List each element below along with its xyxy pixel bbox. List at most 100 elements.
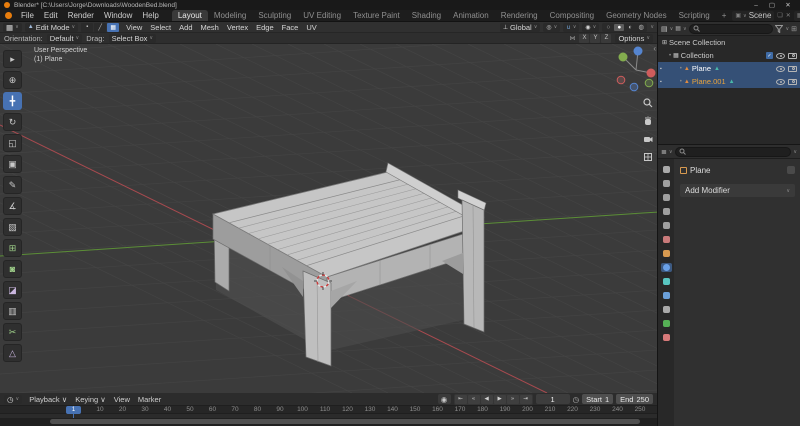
workspace-tab-texture-paint[interactable]: Texture Paint <box>347 10 406 21</box>
playhead-badge[interactable]: 1 <box>66 406 81 414</box>
next-keyframe-button[interactable]: » <box>506 394 519 404</box>
tool-transform[interactable]: ▣ <box>3 155 22 173</box>
select-mode-vertex[interactable]: ▪ <box>81 22 94 32</box>
tool-poly-build[interactable]: △ <box>3 344 22 362</box>
jump-to-start-button[interactable]: ⇤ <box>454 394 467 404</box>
proportional-edit-dropdown[interactable]: ◉ ∨ <box>582 22 600 32</box>
editor-type-button[interactable]: ▦ ∨ <box>3 22 22 32</box>
select-mode-edge[interactable]: ╱ <box>94 22 107 32</box>
shading-rendered[interactable]: ◍ <box>636 23 646 31</box>
timeline-scrollbar-thumb[interactable] <box>50 419 640 424</box>
current-frame-field[interactable]: 1 <box>535 394 570 404</box>
new-collection-icon[interactable]: ⊞ <box>791 25 797 33</box>
properties-tab-physics[interactable] <box>661 291 672 300</box>
blender-menu-icon[interactable] <box>5 12 12 19</box>
frame-start-field[interactable]: Start 1 <box>582 394 614 404</box>
workspace-tab-rendering[interactable]: Rendering <box>495 10 544 21</box>
workspace-tab-compositing[interactable]: Compositing <box>544 10 600 21</box>
workspace-tab-animation[interactable]: Animation <box>447 10 495 21</box>
drag-dropdown[interactable]: Select Box ∨ <box>108 33 157 43</box>
render-camera-icon[interactable] <box>788 78 797 85</box>
outliner-row-plane[interactable]: ▪ • ▲ Plane ▲ <box>658 62 800 75</box>
outliner-row-scene collection[interactable]: ⊞ Scene Collection <box>658 36 800 49</box>
exclude-checkbox[interactable]: ✓ <box>766 52 773 59</box>
outliner-editor-icon[interactable]: ▤ <box>661 25 668 33</box>
properties-tab-render[interactable] <box>661 179 672 188</box>
wooden-bed-model[interactable] <box>211 162 487 367</box>
timeline-menu-view[interactable]: View <box>110 395 134 404</box>
tool-rotate[interactable]: ↻ <box>3 113 22 131</box>
camera-view-icon[interactable] <box>643 134 653 144</box>
copy-scene-icon[interactable]: ❏ <box>777 12 782 19</box>
timeline-menu-playback[interactable]: Playback ∨ <box>25 395 71 404</box>
options-dropdown[interactable]: Options ∨ <box>615 33 653 43</box>
timeline-editor-type-button[interactable]: ◷ ∨ <box>4 394 23 404</box>
hide-eye-icon[interactable] <box>776 52 785 59</box>
previous-keyframe-button[interactable]: « <box>467 394 480 404</box>
transform-orientation-dropdown[interactable]: ⊥ Global ∨ <box>499 22 541 32</box>
workspace-tab-sculpting[interactable]: Sculpting <box>252 10 297 21</box>
render-camera-icon[interactable] <box>788 52 797 59</box>
expander-icon[interactable]: • <box>680 66 682 72</box>
tool-tweak-select[interactable]: ▸ <box>3 50 22 68</box>
display-mode-icon[interactable]: ▦ <box>675 25 681 32</box>
viewport-menu-edge[interactable]: Edge <box>252 23 278 32</box>
mirror-toggle-y[interactable]: Y <box>590 33 601 43</box>
add-modifier-button[interactable]: Add Modifier ∨ <box>680 184 795 197</box>
jump-to-end-button[interactable]: ⇥ <box>519 394 532 404</box>
shading-dropdown-icon[interactable]: ∨ <box>650 24 654 30</box>
properties-tab-output[interactable] <box>661 193 672 202</box>
viewport-menu-select[interactable]: Select <box>146 23 175 32</box>
tool-inset-faces[interactable]: ◙ <box>3 260 22 278</box>
tool-move[interactable]: ╋ <box>3 92 22 110</box>
tool-loop-cut[interactable]: ▥ <box>3 302 22 320</box>
properties-tab-constraints[interactable] <box>661 305 672 314</box>
workspace-tab-modeling[interactable]: Modeling <box>208 10 252 21</box>
play-reverse-button[interactable]: ◀ <box>480 394 493 404</box>
mode-dropdown[interactable]: ▲ Edit Mode ∨ <box>24 22 79 32</box>
shading-material-preview[interactable]: ◐ <box>625 24 635 31</box>
workspace-tab-+[interactable]: + <box>716 10 733 21</box>
select-mode-face[interactable]: ▦ <box>107 22 120 32</box>
play-button[interactable]: ▶ <box>493 394 506 404</box>
timeline-menu-keying[interactable]: Keying ∨ <box>71 395 110 404</box>
frame-end-field[interactable]: End 250 <box>616 394 653 404</box>
render-camera-icon[interactable] <box>788 65 797 72</box>
workspace-tab-geometry-nodes[interactable]: Geometry Nodes <box>600 10 672 21</box>
tool-knife[interactable]: ✂ <box>3 323 22 341</box>
preview-range-icon[interactable]: ◷ <box>573 395 580 404</box>
expander-icon[interactable]: • <box>669 53 671 59</box>
tool-scale[interactable]: ◱ <box>3 134 22 152</box>
menu-render[interactable]: Render <box>63 11 99 20</box>
properties-tab-view-layer[interactable] <box>661 207 672 216</box>
properties-tab-modifiers[interactable] <box>660 263 672 272</box>
unlink-scene-icon[interactable]: ✕ <box>786 12 791 19</box>
workspace-tab-scripting[interactable]: Scripting <box>673 10 716 21</box>
viewport-menu-uv[interactable]: UV <box>302 23 320 32</box>
zoom-icon[interactable] <box>643 98 653 108</box>
tool-add-cube[interactable]: ▧ <box>3 218 22 236</box>
timeline-ruler[interactable]: 1 10 20 30 40 50 60 70 80 90 100 110 120 130 140 150 16… <box>0 406 657 414</box>
scene-render[interactable] <box>0 44 657 393</box>
tool-measure[interactable]: ∡ <box>3 197 22 215</box>
properties-tab-tool[interactable] <box>661 165 672 174</box>
tool-bevel[interactable]: ◪ <box>3 281 22 299</box>
outliner-row-collection[interactable]: • ▦ Collection ✓ <box>658 49 800 62</box>
timeline-menu-marker[interactable]: Marker <box>134 395 165 404</box>
chevron-down-icon[interactable]: ∨ <box>793 149 797 155</box>
hide-eye-icon[interactable] <box>776 78 785 85</box>
navigation-gizmo[interactable] <box>616 46 656 92</box>
timeline-scrollbar[interactable] <box>0 418 657 426</box>
maximize-button[interactable]: ▢ <box>764 1 780 9</box>
workspace-tab-shading[interactable]: Shading <box>406 10 447 21</box>
shading-wireframe[interactable]: ○ <box>603 24 613 31</box>
tool-cursor[interactable]: ⊕ <box>3 71 22 89</box>
viewlayer-selector[interactable]: ▦ ∨ ViewLayer <box>793 10 800 21</box>
auto-keying-button[interactable]: ◉ <box>437 394 451 404</box>
outliner-search-input[interactable] <box>688 23 774 34</box>
properties-tab-material[interactable] <box>661 333 672 342</box>
tool-annotate[interactable]: ✎ <box>3 176 22 194</box>
properties-tab-particles[interactable] <box>661 277 672 286</box>
snap-toggle[interactable]: ∪ ∨ <box>563 22 580 32</box>
pivot-point-dropdown[interactable]: ◎ ∨ <box>543 22 561 32</box>
